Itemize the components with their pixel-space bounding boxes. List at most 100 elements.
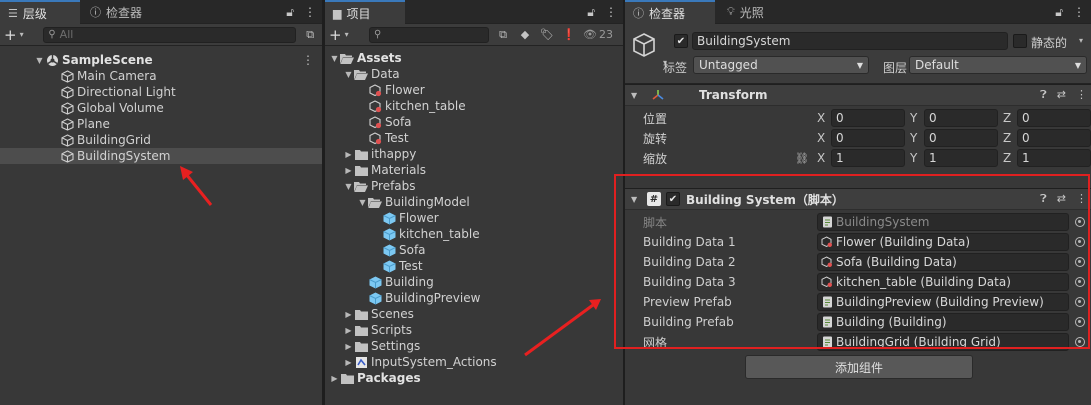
tab-inspector[interactable]: ⓘ 检查器: [625, 0, 715, 24]
kebab-menu-icon[interactable]: ⋮: [1073, 5, 1085, 19]
project-item-flower[interactable]: Flower: [325, 82, 623, 98]
building-system-header[interactable]: ▼ # ✔ Building System（脚本） ❓︎ ⇄ ⋮: [625, 188, 1091, 210]
lock-icon[interactable]: 🔓︎: [286, 5, 294, 20]
project-item-assets[interactable]: ▼ Assets: [325, 50, 623, 66]
tab-hierarchy[interactable]: ☰ 层级: [0, 0, 80, 24]
scale-x-field[interactable]: X1: [817, 149, 905, 167]
project-item-kitchen-table[interactable]: kitchen_table: [325, 98, 623, 114]
filter-type-icon[interactable]: ◆: [517, 27, 533, 43]
project-item-kitchen-table[interactable]: kitchen_table: [325, 226, 623, 242]
project-search-input[interactable]: ⚲: [369, 26, 489, 43]
number-input[interactable]: 0: [1017, 129, 1091, 147]
constrain-proportions-icon[interactable]: ⛓: [795, 152, 809, 165]
presets-icon[interactable]: ⇄: [1057, 88, 1066, 102]
number-input[interactable]: 0: [831, 129, 905, 147]
number-input[interactable]: 0: [831, 109, 905, 127]
hierarchy-item-directional-light[interactable]: Directional Light: [0, 84, 322, 100]
project-item-packages[interactable]: ▶ Packages: [325, 370, 623, 386]
project-item-sofa[interactable]: Sofa: [325, 242, 623, 258]
object-name-field[interactable]: BuildingSystem: [692, 32, 1008, 50]
create-asset-button[interactable]: + ▾: [329, 26, 361, 44]
fold-arrow-icon[interactable]: ▼: [631, 91, 643, 100]
object-reference-field[interactable]: Building (Building): [817, 313, 1069, 331]
search-options-icon[interactable]: ⧉: [495, 27, 511, 43]
number-input[interactable]: 0: [1017, 109, 1091, 127]
project-item-scenes[interactable]: ▶ Scenes: [325, 306, 623, 322]
object-picker-icon[interactable]: [1075, 257, 1085, 267]
collapsed-arrow-icon[interactable]: ▶: [343, 150, 354, 159]
project-item-building[interactable]: Building: [325, 274, 623, 290]
object-reference-field[interactable]: Flower (Building Data): [817, 233, 1069, 251]
project-item-inputsystem-actions[interactable]: ▶ InputSystem_Actions: [325, 354, 623, 370]
position-y-field[interactable]: Y0: [910, 109, 998, 127]
static-checkbox[interactable]: [1013, 34, 1027, 48]
hierarchy-item-main-camera[interactable]: Main Camera: [0, 68, 322, 84]
object-reference-field[interactable]: BuildingPreview (Building Preview): [817, 293, 1069, 311]
hierarchy-item-buildinggrid[interactable]: BuildingGrid: [0, 132, 322, 148]
search-options-icon[interactable]: ⧉: [302, 27, 318, 43]
expanded-arrow-icon[interactable]: ▼: [357, 198, 368, 207]
collapsed-arrow-icon[interactable]: ▶: [329, 374, 340, 383]
filter-label-icon[interactable]: 🏷︎: [539, 27, 555, 43]
object-reference-field[interactable]: Sofa (Building Data): [817, 253, 1069, 271]
project-item-test[interactable]: Test: [325, 130, 623, 146]
object-picker-icon[interactable]: [1075, 337, 1085, 347]
hierarchy-item-buildingsystem[interactable]: BuildingSystem: [0, 148, 322, 164]
tag-dropdown[interactable]: Untagged ▼: [693, 56, 869, 74]
active-checkbox[interactable]: ✔: [674, 34, 688, 48]
hierarchy-search-input[interactable]: ⚲ All: [43, 26, 297, 43]
rotation-y-field[interactable]: Y0: [910, 129, 998, 147]
project-item-flower[interactable]: Flower: [325, 210, 623, 226]
project-item-data[interactable]: ▼ Data: [325, 66, 623, 82]
project-item-ithappy[interactable]: ▶ ithappy: [325, 146, 623, 162]
create-button[interactable]: + ▾: [4, 26, 35, 44]
project-item-buildingmodel[interactable]: ▼ BuildingModel: [325, 194, 623, 210]
help-icon[interactable]: ❓︎: [1040, 88, 1047, 102]
position-z-field[interactable]: Z0: [1003, 109, 1091, 127]
project-item-buildingpreview[interactable]: BuildingPreview: [325, 290, 623, 306]
position-x-field[interactable]: X0: [817, 109, 905, 127]
project-item-sofa[interactable]: Sofa: [325, 114, 623, 130]
object-picker-icon[interactable]: [1075, 237, 1085, 247]
kebab-menu-icon[interactable]: ⋮: [304, 5, 316, 19]
hierarchy-item-global-volume[interactable]: Global Volume: [0, 100, 322, 116]
static-dropdown-icon[interactable]: ▾: [1079, 36, 1083, 45]
object-picker-icon[interactable]: [1075, 317, 1085, 327]
transform-header[interactable]: ▼ Transform ❓︎ ⇄ ⋮: [625, 84, 1091, 106]
collapsed-arrow-icon[interactable]: ▶: [343, 342, 354, 351]
scene-menu-icon[interactable]: ⋮: [302, 53, 314, 67]
tab-project[interactable]: ▆ 项目: [325, 0, 405, 24]
layer-dropdown[interactable]: Default ▼: [909, 56, 1087, 74]
component-enabled-checkbox[interactable]: ✔: [666, 192, 680, 206]
expanded-arrow-icon[interactable]: ▼: [343, 182, 354, 191]
warning-filter-icon[interactable]: ❗: [561, 27, 577, 43]
add-component-button[interactable]: 添加组件: [745, 355, 973, 379]
tab-inspector-secondary[interactable]: ⓘ 检查器: [82, 0, 150, 24]
number-input[interactable]: 1: [924, 149, 998, 167]
help-icon[interactable]: ❓︎: [1040, 192, 1047, 206]
collapsed-arrow-icon[interactable]: ▶: [343, 166, 354, 175]
scale-z-field[interactable]: Z1: [1003, 149, 1091, 167]
expanded-arrow-icon[interactable]: ▼: [343, 70, 354, 79]
collapsed-arrow-icon[interactable]: ▶: [343, 310, 354, 319]
scale-y-field[interactable]: Y1: [910, 149, 998, 167]
fold-arrow-icon[interactable]: ▼: [631, 195, 643, 204]
number-input[interactable]: 1: [1017, 149, 1091, 167]
expand-arrow-icon[interactable]: ▼: [34, 56, 45, 65]
object-picker-icon[interactable]: [1075, 297, 1085, 307]
expanded-arrow-icon[interactable]: ▼: [329, 54, 340, 63]
lock-icon[interactable]: 🔓︎: [587, 5, 595, 20]
object-picker-icon[interactable]: [1075, 277, 1085, 287]
project-item-scripts[interactable]: ▶ Scripts: [325, 322, 623, 338]
hidden-packages-toggle[interactable]: 👁︎ 23: [583, 28, 613, 41]
lock-icon[interactable]: 🔓︎: [1055, 5, 1063, 20]
component-menu-icon[interactable]: ⋮: [1076, 88, 1087, 102]
object-reference-field[interactable]: kitchen_table (Building Data): [817, 273, 1069, 291]
scene-row[interactable]: ▼ SampleScene ⋮: [0, 52, 322, 68]
object-picker-icon[interactable]: [1075, 217, 1085, 227]
collapsed-arrow-icon[interactable]: ▶: [343, 326, 354, 335]
tab-lighting[interactable]: 💡︎ 光照: [719, 0, 772, 24]
presets-icon[interactable]: ⇄: [1057, 192, 1066, 206]
rotation-z-field[interactable]: Z0: [1003, 129, 1091, 147]
number-input[interactable]: 0: [924, 129, 998, 147]
